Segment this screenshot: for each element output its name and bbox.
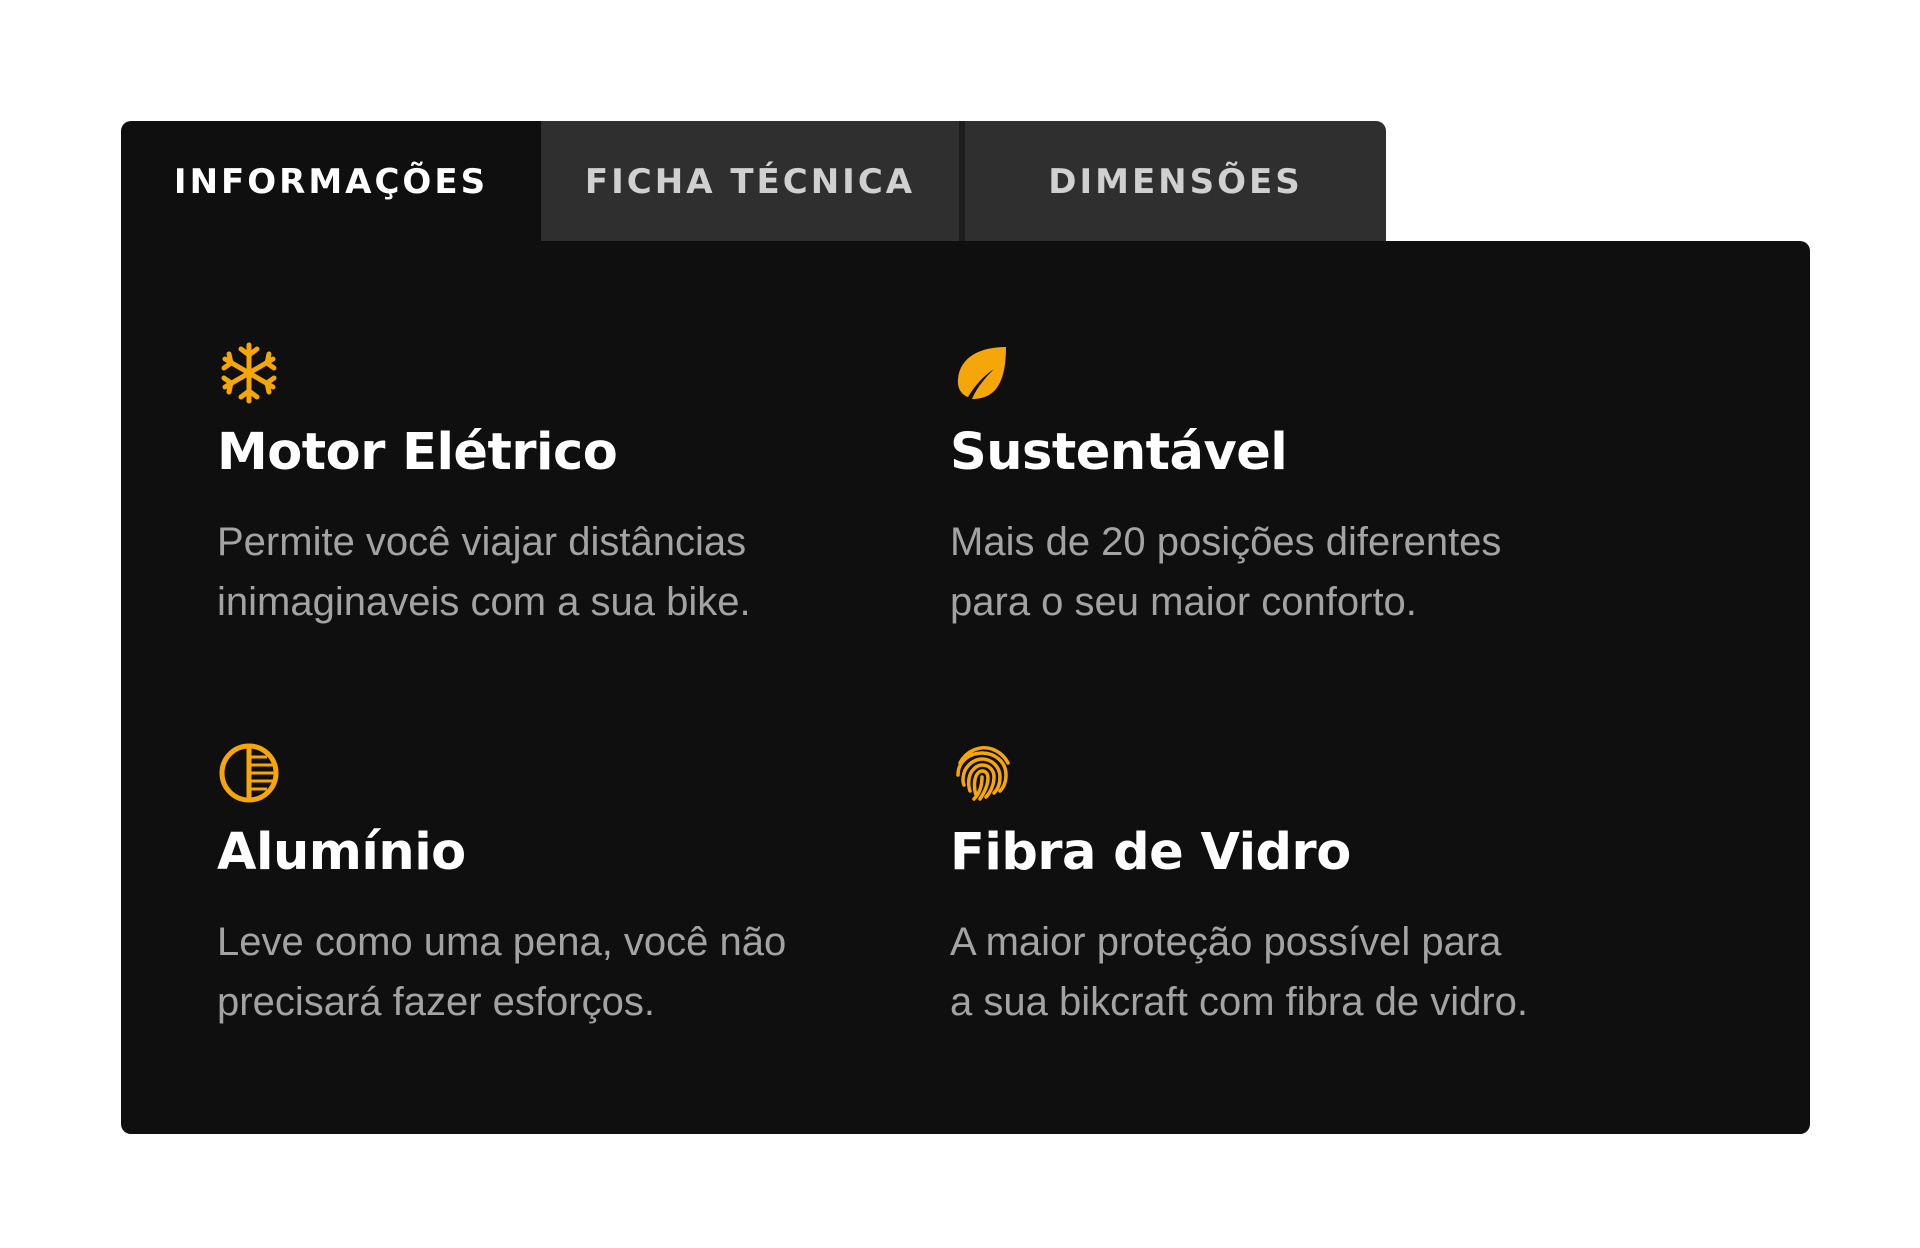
tab-bar: INFORMAÇÕES FICHA TÉCNICA DIMENSÕES: [121, 121, 1386, 242]
feature-card-motor-eletrico: Motor Elétrico Permite você viajar distâ…: [217, 341, 857, 632]
feature-description-line: inimaginaveis com a sua bike.: [217, 580, 751, 624]
feature-description-line: Permite você viajar distâncias: [217, 520, 747, 564]
feature-description: Mais de 20 posições diferentes para o se…: [950, 512, 1590, 632]
tab-ficha-tecnica[interactable]: FICHA TÉCNICA: [541, 121, 959, 242]
tab-dimensoes[interactable]: DIMENSÕES: [965, 121, 1386, 242]
feature-title: Motor Elétrico: [217, 423, 618, 482]
feature-description-line: para o seu maior conforto.: [950, 580, 1417, 624]
feature-description-line: A maior proteção possível para: [950, 920, 1502, 964]
feature-description-line: precisará fazer esforços.: [217, 980, 655, 1024]
contrast-icon: [219, 743, 279, 803]
page: INFORMAÇÕES FICHA TÉCNICA DIMENSÕES Moto…: [0, 0, 1920, 1248]
tab-panel-informacoes: Motor Elétrico Permite você viajar distâ…: [121, 241, 1810, 1134]
feature-description: Leve como uma pena, você não precisará f…: [217, 912, 857, 1032]
leaf-icon: [957, 347, 1006, 399]
feature-card-sustentavel: Sustentável Mais de 20 posições diferent…: [950, 341, 1590, 632]
feature-description-line: Mais de 20 posições diferentes: [950, 520, 1502, 564]
feature-card-fibra-de-vidro: Fibra de Vidro A maior proteção possível…: [950, 741, 1590, 1032]
feature-description: A maior proteção possível para a sua bik…: [950, 912, 1590, 1032]
feature-card-aluminio: Alumínio Leve como uma pena, você não pr…: [217, 741, 857, 1032]
feature-title: Sustentável: [950, 423, 1288, 482]
feature-title: Fibra de Vidro: [950, 823, 1351, 882]
feature-description-line: Leve como uma pena, você não: [217, 920, 787, 964]
feature-title: Alumínio: [217, 823, 466, 882]
snowflake-icon: [221, 342, 277, 404]
tab-informacoes[interactable]: INFORMAÇÕES: [121, 121, 541, 242]
fingerprint-icon: [956, 746, 1010, 801]
feature-description: Permite você viajar distâncias inimagina…: [217, 512, 857, 632]
feature-description-line: a sua bikcraft com fibra de vidro.: [950, 980, 1529, 1024]
